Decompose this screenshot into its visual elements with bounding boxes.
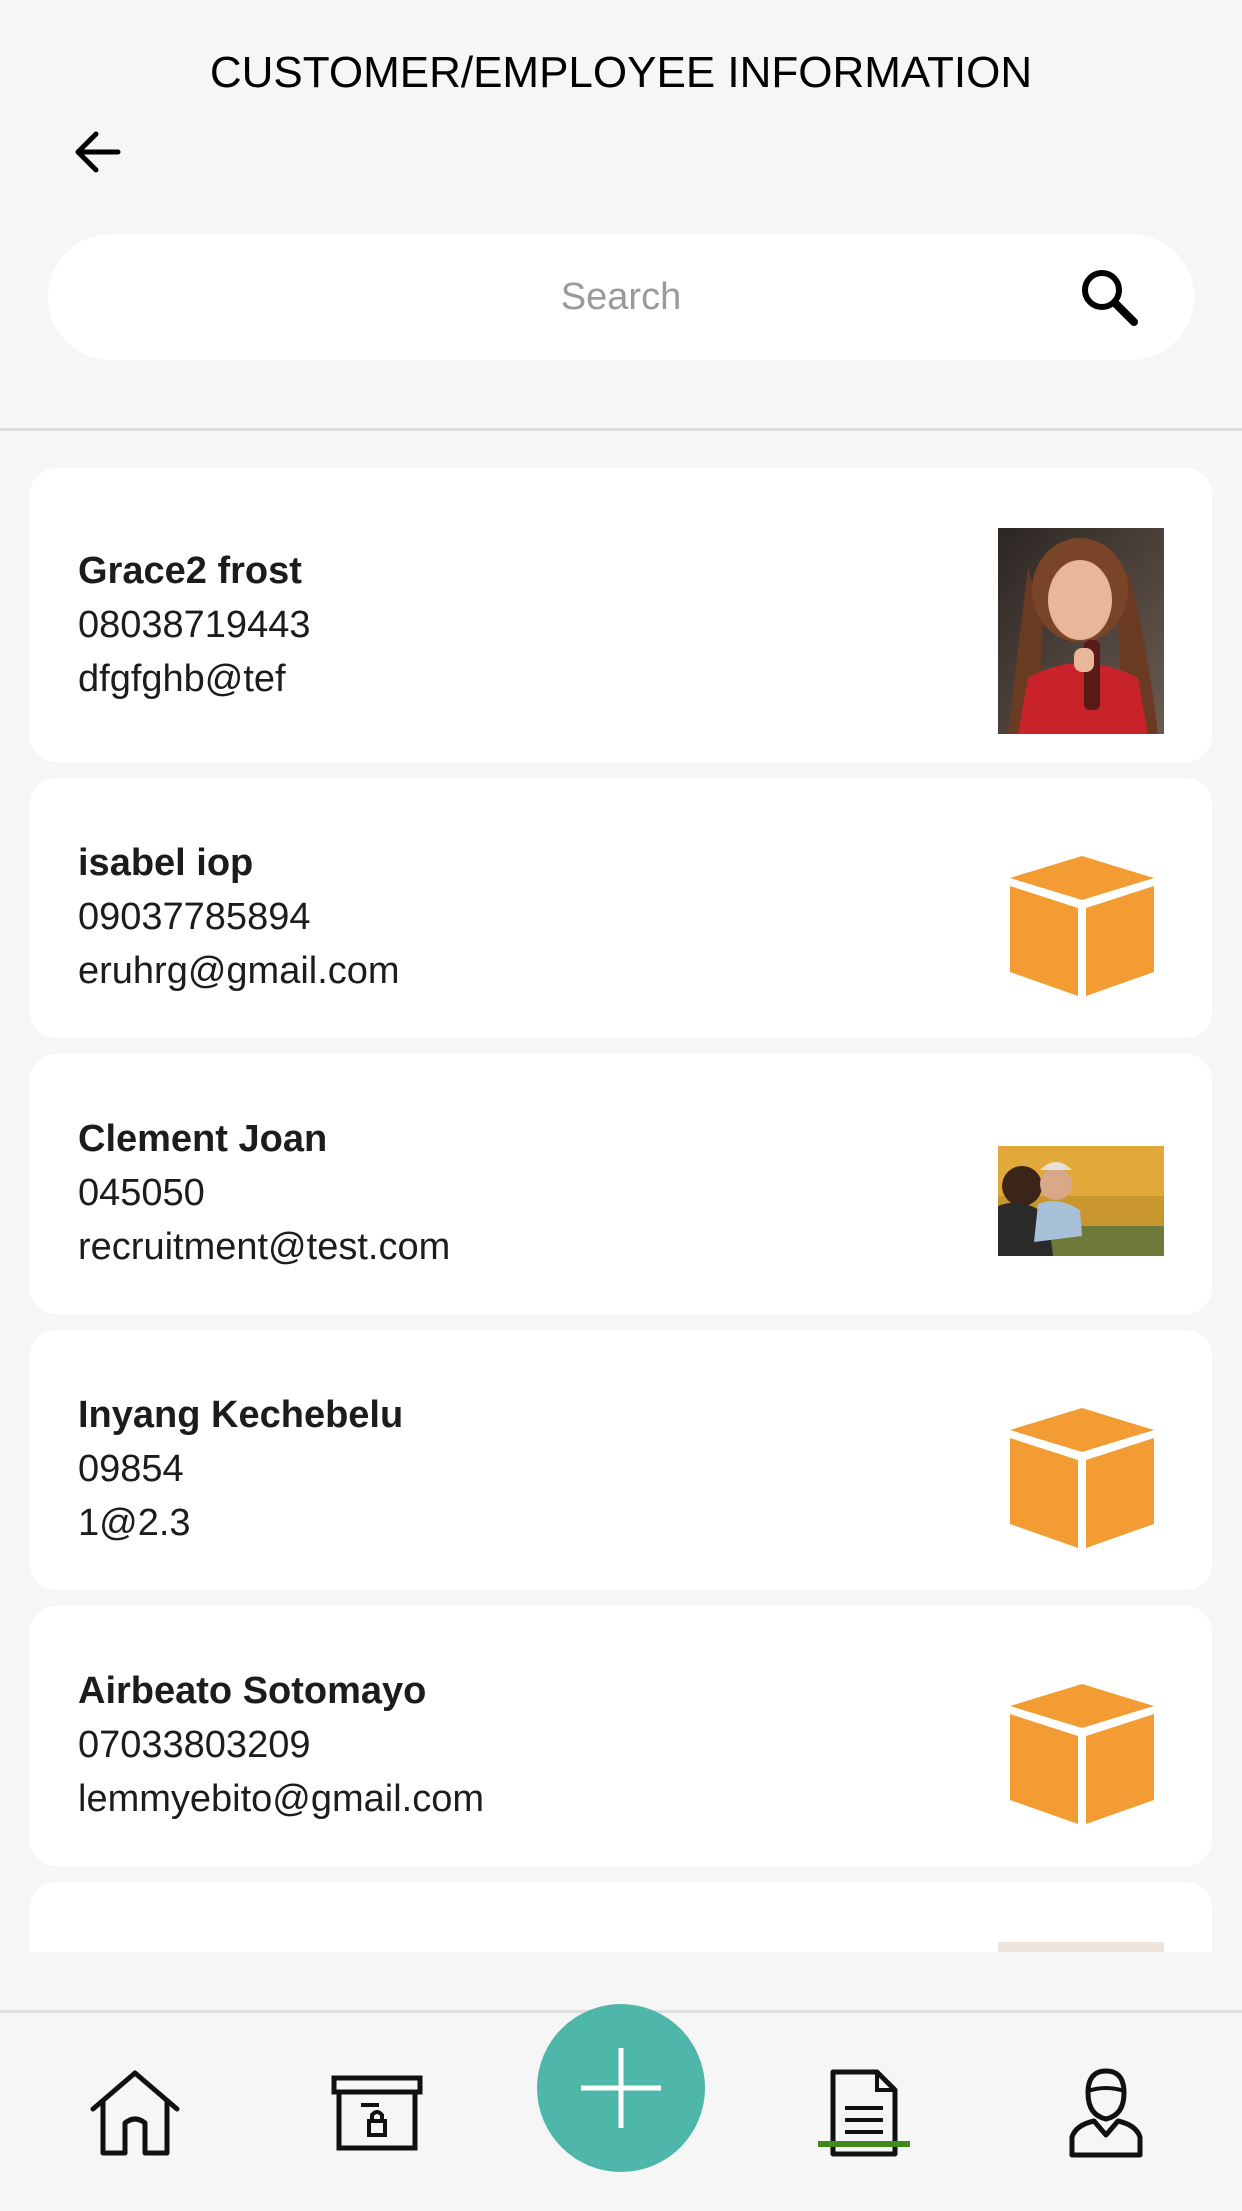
contact-name: Clement Joan (78, 1118, 328, 1160)
profile-icon (1069, 2068, 1143, 2158)
box-icon (1010, 1408, 1154, 1548)
box-icon (1010, 1684, 1154, 1824)
contact-card[interactable]: isabel iop 09037785894 eruhrg@gmail.com (30, 778, 1212, 1038)
search-input[interactable] (48, 234, 1194, 360)
nav-home[interactable] (85, 2063, 185, 2163)
contact-phone: 045050 (78, 1172, 205, 1214)
contact-email: eruhrg@gmail.com (78, 950, 400, 992)
contact-email: lemmyebito@gmail.com (78, 1778, 485, 1820)
nav-profile[interactable] (1056, 2063, 1156, 2163)
plus-icon (581, 2048, 661, 2128)
active-tab-indicator (818, 2141, 910, 2147)
contact-card[interactable] (30, 1882, 1212, 1952)
contact-phone: 08038719443 (78, 604, 311, 646)
contact-email: 1@2.3 (78, 1502, 191, 1544)
contact-email: dfgfghb@tef (78, 658, 286, 700)
contact-phone: 09037785894 (78, 896, 311, 938)
lockbox-icon (331, 2075, 423, 2151)
back-button[interactable] (68, 122, 128, 182)
contact-card[interactable]: Grace2 frost 08038719443 dfgfghb@tef (30, 468, 1212, 762)
contact-photo (998, 1146, 1164, 1256)
header-divider (0, 428, 1242, 431)
nav-lockbox[interactable] (327, 2063, 427, 2163)
contact-card[interactable]: Inyang Kechebelu 09854 1@2.3 (30, 1330, 1212, 1590)
box-icon (1010, 856, 1154, 996)
contact-photo (998, 1942, 1164, 1952)
search-icon[interactable] (1078, 266, 1140, 328)
contact-card[interactable]: Clement Joan 045050 recruitment@test.com (30, 1054, 1212, 1314)
arrow-left-icon (75, 131, 121, 173)
contact-list[interactable]: Grace2 frost 08038719443 dfgfghb@tef isa… (30, 468, 1212, 1952)
add-button[interactable] (537, 2004, 705, 2172)
home-icon (90, 2070, 180, 2156)
search-bar (48, 234, 1194, 360)
contact-phone: 09854 (78, 1448, 184, 1490)
page-title: CUSTOMER/EMPLOYEE INFORMATION (209, 48, 1033, 97)
contact-name: isabel iop (78, 842, 254, 884)
contact-phone: 07033803209 (78, 1724, 311, 1766)
contact-name: Grace2 frost (78, 550, 302, 592)
contact-name: Inyang Kechebelu (78, 1394, 404, 1436)
contact-email: recruitment@test.com (78, 1226, 451, 1268)
nav-documents[interactable] (814, 2063, 914, 2163)
contact-photo (998, 528, 1164, 734)
contact-name: Airbeato Sotomayo (78, 1670, 427, 1712)
contact-card[interactable]: Airbeato Sotomayo 07033803209 lemmyebito… (30, 1606, 1212, 1866)
